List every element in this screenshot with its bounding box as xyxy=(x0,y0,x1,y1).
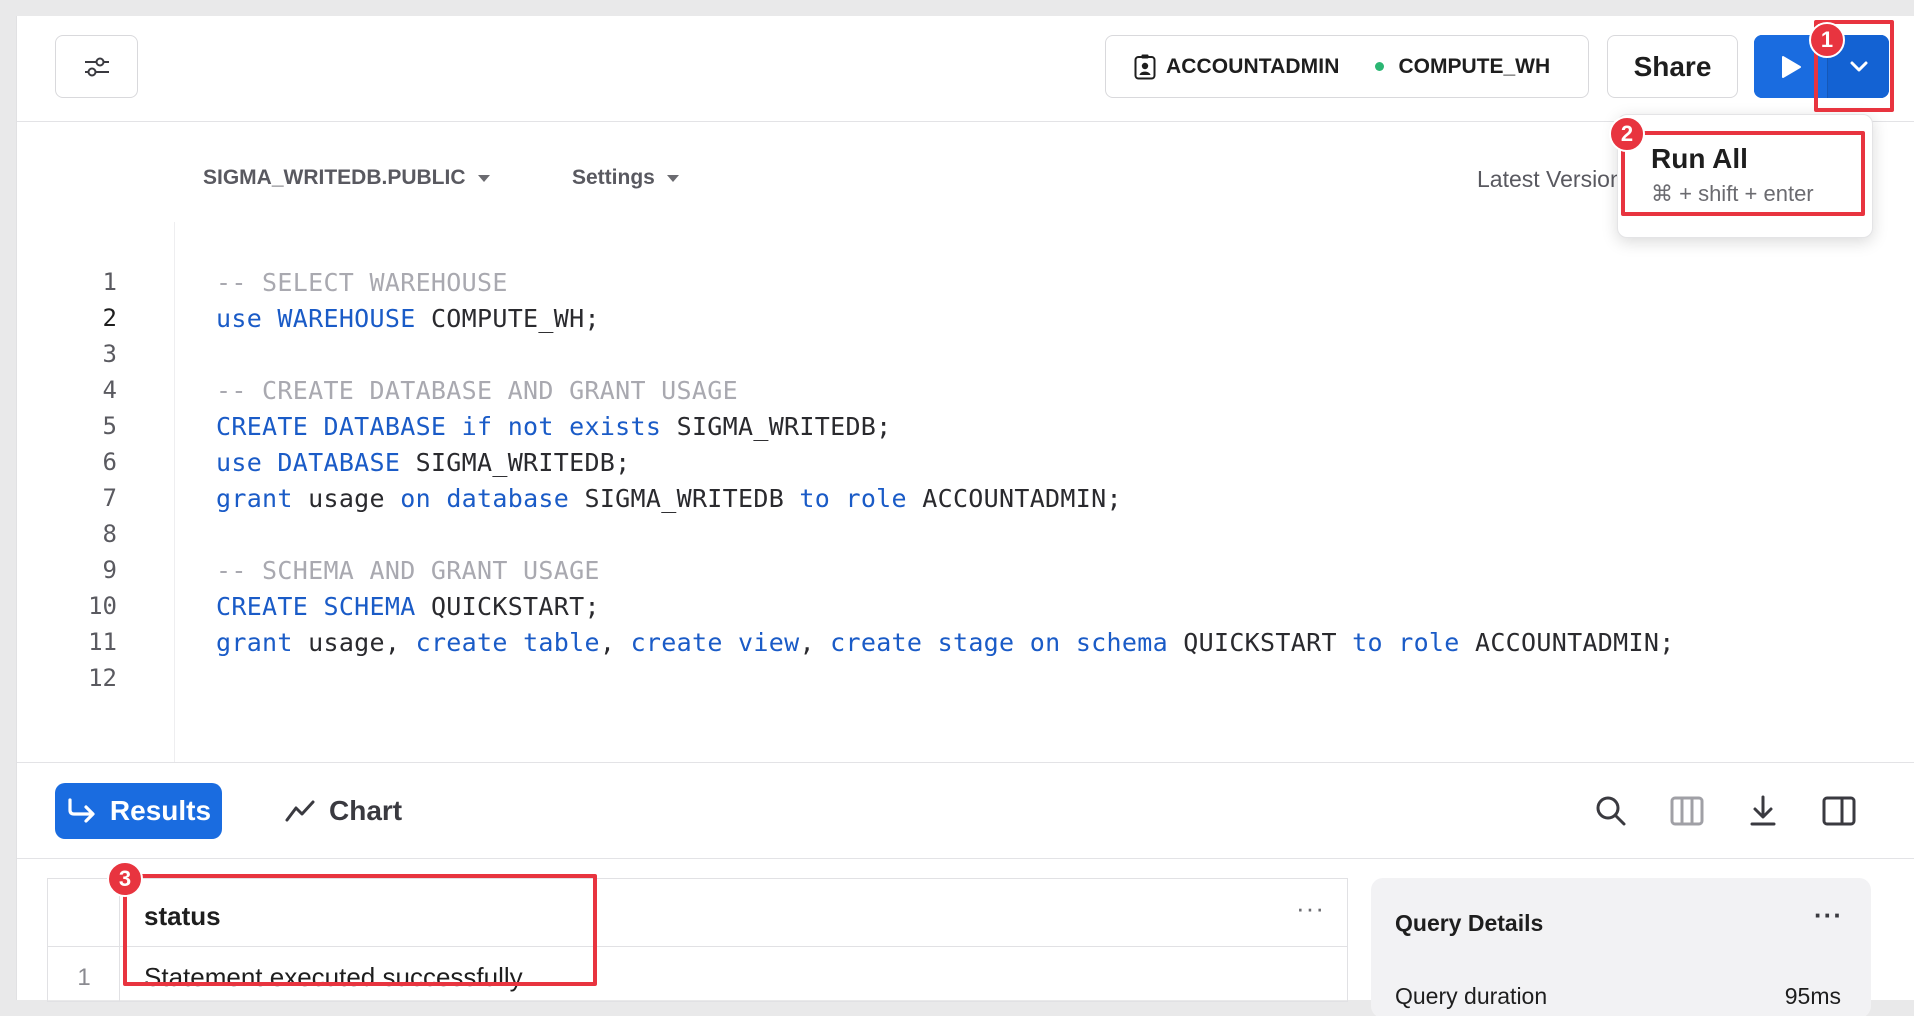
sliders-icon xyxy=(84,57,109,76)
columns-icon xyxy=(1670,796,1704,826)
query-duration-value: 95ms xyxy=(1784,983,1841,1009)
line-number: 8 xyxy=(102,520,117,548)
panel-layout-icon xyxy=(1822,796,1856,826)
highlight-box-3 xyxy=(123,874,597,986)
chart-tab-label: Chart xyxy=(329,795,403,826)
search-icon xyxy=(1596,796,1626,826)
code-line[interactable]: CREATE DATABASE if not exists SIGMA_WRIT… xyxy=(216,412,892,441)
step-badge-3: 3 xyxy=(107,861,143,897)
line-number: 3 xyxy=(102,340,117,368)
filter-settings-button[interactable] xyxy=(55,35,138,98)
settings-label: Settings xyxy=(572,166,655,189)
line-number: 5 xyxy=(102,412,117,440)
download-button[interactable] xyxy=(1745,793,1781,829)
highlight-box-2 xyxy=(1621,131,1865,216)
caret-down-icon xyxy=(666,174,679,182)
line-number: 6 xyxy=(102,448,117,476)
query-details-menu-button[interactable]: ··· xyxy=(1814,900,1843,931)
code-line[interactable]: use WAREHOUSE COMPUTE_WH; xyxy=(216,304,600,333)
query-details-panel: Query Details ··· Query duration 95ms xyxy=(1371,878,1871,1016)
results-toolbar: Results Chart xyxy=(17,762,1914,859)
top-toolbar: ACCOUNTADMIN COMPUTE_WH Share xyxy=(17,16,1914,122)
search-button[interactable] xyxy=(1593,793,1629,829)
warehouse-status-dot xyxy=(1375,62,1385,71)
context-selector[interactable]: ACCOUNTADMIN COMPUTE_WH xyxy=(1105,35,1589,98)
step-badge-2: 2 xyxy=(1609,116,1645,152)
code-line[interactable]: -- CREATE DATABASE AND GRANT USAGE xyxy=(216,376,738,405)
results-tab[interactable]: Results xyxy=(55,783,222,839)
line-number: 4 xyxy=(102,376,117,404)
query-duration-label: Query duration xyxy=(1395,983,1548,1009)
warehouse-label: COMPUTE_WH xyxy=(1398,54,1551,78)
code-line[interactable]: grant usage on database SIGMA_WRITEDB to… xyxy=(216,484,1122,513)
code-line[interactable]: -- SCHEMA AND GRANT USAGE xyxy=(216,556,600,585)
row-number: 1 xyxy=(77,964,91,991)
version-selector[interactable]: Latest Version xyxy=(1477,166,1617,193)
database-label: SIGMA_WRITEDB.PUBLIC xyxy=(203,166,466,189)
line-number: 1 xyxy=(102,268,117,296)
download-icon xyxy=(1750,795,1776,826)
code-line[interactable]: -- SELECT WAREHOUSE xyxy=(216,268,508,297)
code-line[interactable]: CREATE SCHEMA QUICKSTART; xyxy=(216,592,600,621)
line-number: 10 xyxy=(88,592,117,620)
code-line[interactable]: grant usage, create table, create view, … xyxy=(216,628,1675,657)
line-number: 9 xyxy=(102,556,117,584)
query-details-title: Query Details xyxy=(1395,910,1544,936)
play-icon xyxy=(1781,55,1801,78)
settings-menu[interactable]: Settings xyxy=(572,166,679,190)
line-number: 11 xyxy=(88,628,117,656)
line-chart-icon xyxy=(285,800,315,822)
role-badge-icon xyxy=(1134,54,1156,79)
worksheet: ACCOUNTADMIN COMPUTE_WH Share SIGMA_WRIT… xyxy=(16,16,1914,1016)
role-label: ACCOUNTADMIN xyxy=(1166,54,1340,78)
chart-tab[interactable]: Chart xyxy=(285,783,402,839)
split-panel-button[interactable] xyxy=(1821,793,1857,829)
share-button[interactable]: Share xyxy=(1607,35,1738,98)
caret-down-icon xyxy=(477,174,490,182)
database-selector[interactable]: SIGMA_WRITEDB.PUBLIC xyxy=(203,166,490,190)
line-number: 7 xyxy=(102,484,117,512)
columns-button[interactable] xyxy=(1669,793,1705,829)
step-badge-1: 1 xyxy=(1809,22,1845,58)
line-number: 12 xyxy=(88,664,117,692)
return-arrow-icon xyxy=(68,798,95,823)
column-menu-button[interactable]: ··· xyxy=(1296,893,1325,924)
line-number: 2 xyxy=(102,304,117,332)
code-line[interactable]: use DATABASE SIGMA_WRITEDB; xyxy=(216,448,631,477)
results-tab-label: Results xyxy=(109,795,212,826)
page: ACCOUNTADMIN COMPUTE_WH Share SIGMA_WRIT… xyxy=(0,0,1914,1016)
